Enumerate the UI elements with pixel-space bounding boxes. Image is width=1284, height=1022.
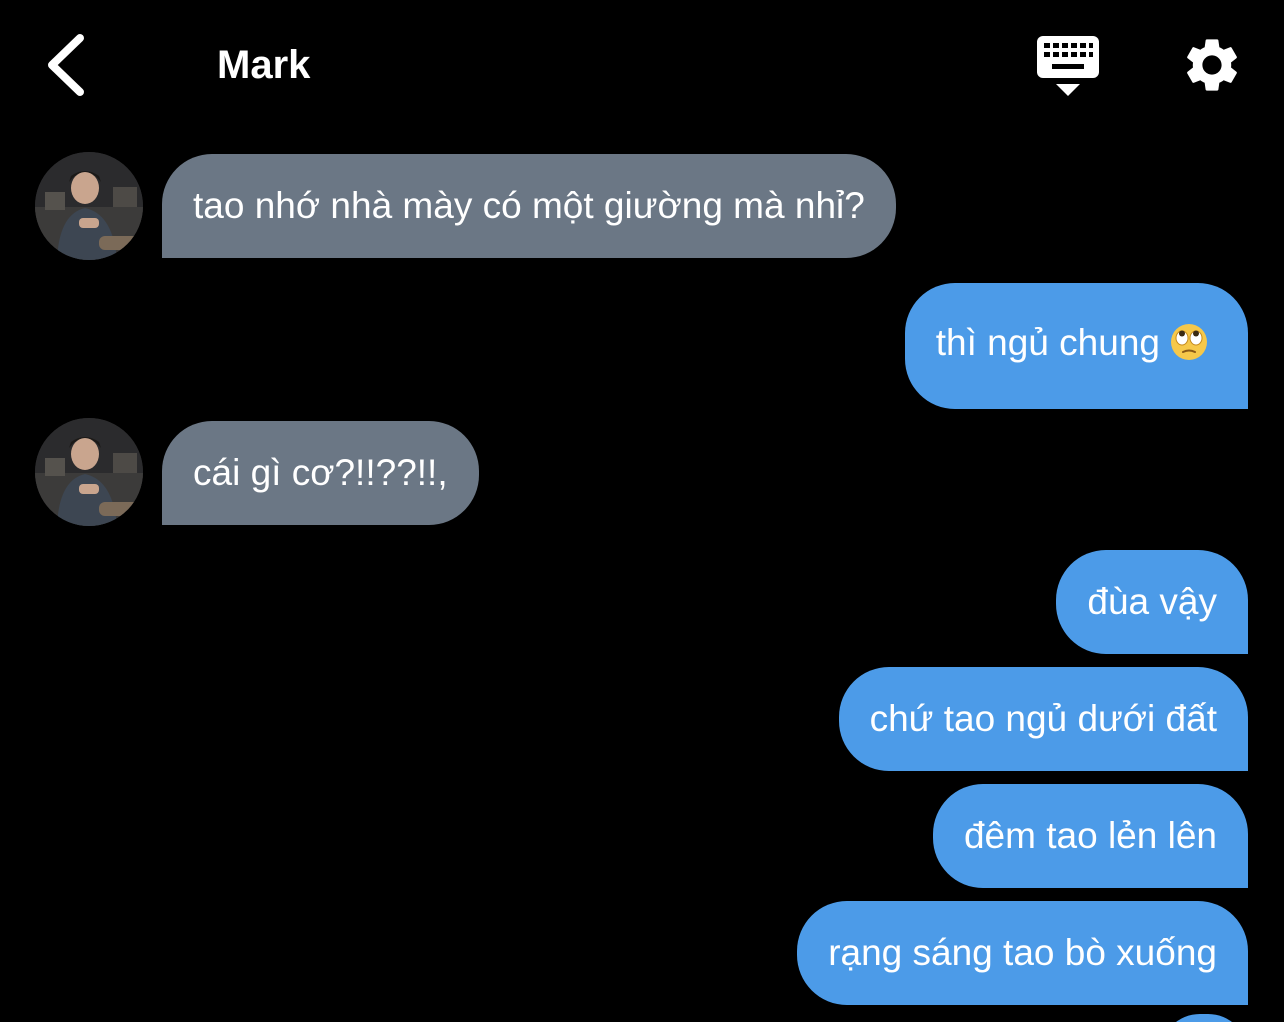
message-text: chứ tao ngủ dưới đất [869,698,1217,739]
avatar-photo [35,418,143,526]
message-bubble-partial [1160,1014,1248,1022]
contact-avatar[interactable] [35,418,143,526]
message-bubble-outgoing[interactable]: thì ngủ chung [904,283,1248,409]
keyboard-toggle-button[interactable] [1034,34,1102,100]
message-bubble-incoming[interactable]: cái gì cơ?!!??!!, [162,421,479,525]
gear-icon [1187,39,1237,91]
back-button[interactable] [38,30,98,100]
rolling-eyes-emoji-icon [1170,323,1208,371]
message-bubble-incoming[interactable]: tao nhớ nhà mày có một giường mà nhỉ? [162,154,896,258]
message-bubble-outgoing[interactable]: đêm tao lẻn lên [932,784,1248,888]
message-bubble-outgoing[interactable]: rạng sáng tao bò xuống [797,901,1248,1005]
message-text: rạng sáng tao bò xuống [828,932,1217,973]
message-bubble-outgoing[interactable]: đùa vậy [1056,550,1248,654]
message-text: đêm tao lẻn lên [963,815,1217,856]
chevron-left-icon [48,34,84,96]
message-text: tao nhớ nhà mày có một giường mà nhỉ? [193,185,865,226]
chat-screen: Mark tao nhớ nhà mày có một giường mà nh… [0,0,1284,1022]
avatar-photo [35,152,143,260]
message-text: đùa vậy [1087,581,1217,622]
settings-button[interactable] [1180,33,1244,97]
message-text: cái gì cơ?!!??!!, [193,452,448,493]
message-bubble-outgoing[interactable]: chứ tao ngủ dưới đất [838,667,1248,771]
keyboard-hide-icon [1037,36,1099,96]
contact-avatar[interactable] [35,152,143,260]
contact-name[interactable]: Mark [217,40,310,90]
message-text: thì ngủ chung [935,322,1160,363]
